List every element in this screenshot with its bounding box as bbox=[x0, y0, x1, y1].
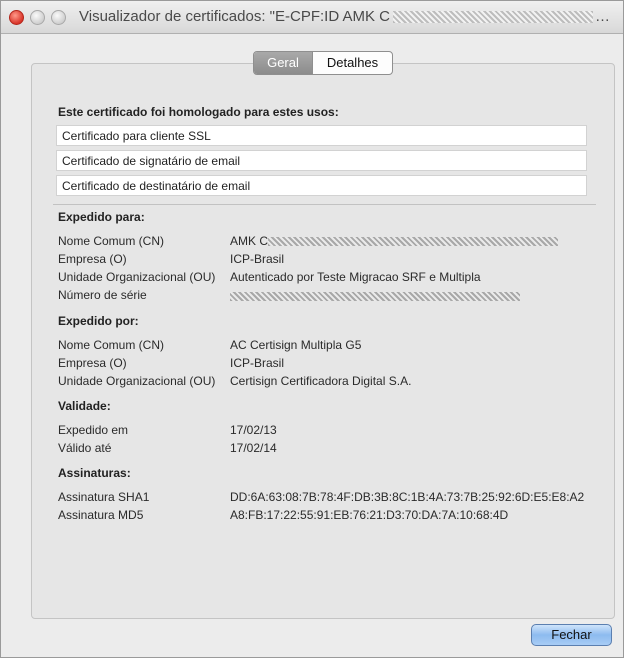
field-value: AMK C bbox=[230, 234, 268, 248]
usage-item: Certificado para cliente SSL bbox=[56, 125, 587, 146]
field-label: Empresa (O) bbox=[58, 252, 127, 266]
field-label: Nome Comum (CN) bbox=[58, 338, 165, 352]
field-value: 17/02/14 bbox=[230, 441, 277, 455]
usages-heading: Este certificado foi homologado para est… bbox=[58, 105, 339, 119]
window-title-text: Visualizador de certificados: "E-CPF:ID … bbox=[79, 8, 390, 25]
field-value: Autenticado por Teste Migracao SRF e Mul… bbox=[230, 270, 481, 284]
field-label: Número de série bbox=[58, 288, 147, 302]
field-value: A8:FB:17:22:55:91:EB:76:21:D3:70:DA:7A:1… bbox=[230, 508, 509, 522]
section-divider bbox=[53, 204, 596, 205]
usage-item: Certificado de destinatário de email bbox=[56, 175, 587, 196]
tab-geral[interactable]: Geral bbox=[254, 52, 312, 74]
field-label: Expedido em bbox=[58, 423, 129, 437]
field-label: Unidade Organizacional (OU) bbox=[58, 270, 216, 284]
redacted-name-mark bbox=[393, 10, 593, 23]
window-title: Visualizador de certificados: "E-CPF:ID … bbox=[79, 8, 615, 25]
field-value: 17/02/13 bbox=[230, 423, 277, 437]
title-bar[interactable]: Visualizador de certificados: "E-CPF:ID … bbox=[1, 1, 623, 34]
signatures-heading: Assinaturas: bbox=[58, 466, 131, 480]
field-label: Válido até bbox=[58, 441, 112, 455]
certificate-viewer-window: Visualizador de certificados: "E-CPF:ID … bbox=[0, 0, 624, 658]
field-value: DD:6A:63:08:7B:78:4F:DB:3B:8C:1B:4A:73:7… bbox=[230, 490, 585, 504]
issued-to-heading: Expedido para: bbox=[58, 210, 145, 224]
minimize-window-icon[interactable] bbox=[30, 10, 45, 25]
issued-by-heading: Expedido por: bbox=[58, 314, 139, 328]
field-value: ICP-Brasil bbox=[230, 356, 285, 370]
field-label: Nome Comum (CN) bbox=[58, 234, 165, 248]
field-value: Certisign Certificadora Digital S.A. bbox=[230, 374, 412, 388]
window-title-ellipsis: … bbox=[595, 8, 610, 25]
field-label: Empresa (O) bbox=[58, 356, 127, 370]
close-window-icon[interactable] bbox=[9, 10, 24, 25]
common-name-value: AMK C bbox=[230, 234, 269, 248]
zoom-window-icon[interactable] bbox=[51, 10, 66, 25]
tab-bar: Geral Detalhes bbox=[253, 51, 393, 75]
usage-item: Certificado de signatário de email bbox=[56, 150, 587, 171]
redacted-name-mark bbox=[268, 237, 558, 246]
field-value: ICP-Brasil bbox=[230, 252, 285, 266]
tab-detalhes[interactable]: Detalhes bbox=[312, 52, 392, 74]
field-value: AC Certisign Multipla G5 bbox=[230, 338, 362, 352]
close-button[interactable]: Fechar bbox=[531, 624, 612, 646]
validity-heading: Validade: bbox=[58, 399, 111, 413]
field-label: Assinatura SHA1 bbox=[58, 490, 150, 504]
redacted-serial-mark bbox=[230, 292, 520, 301]
field-label: Assinatura MD5 bbox=[58, 508, 144, 522]
field-label: Unidade Organizacional (OU) bbox=[58, 374, 216, 388]
